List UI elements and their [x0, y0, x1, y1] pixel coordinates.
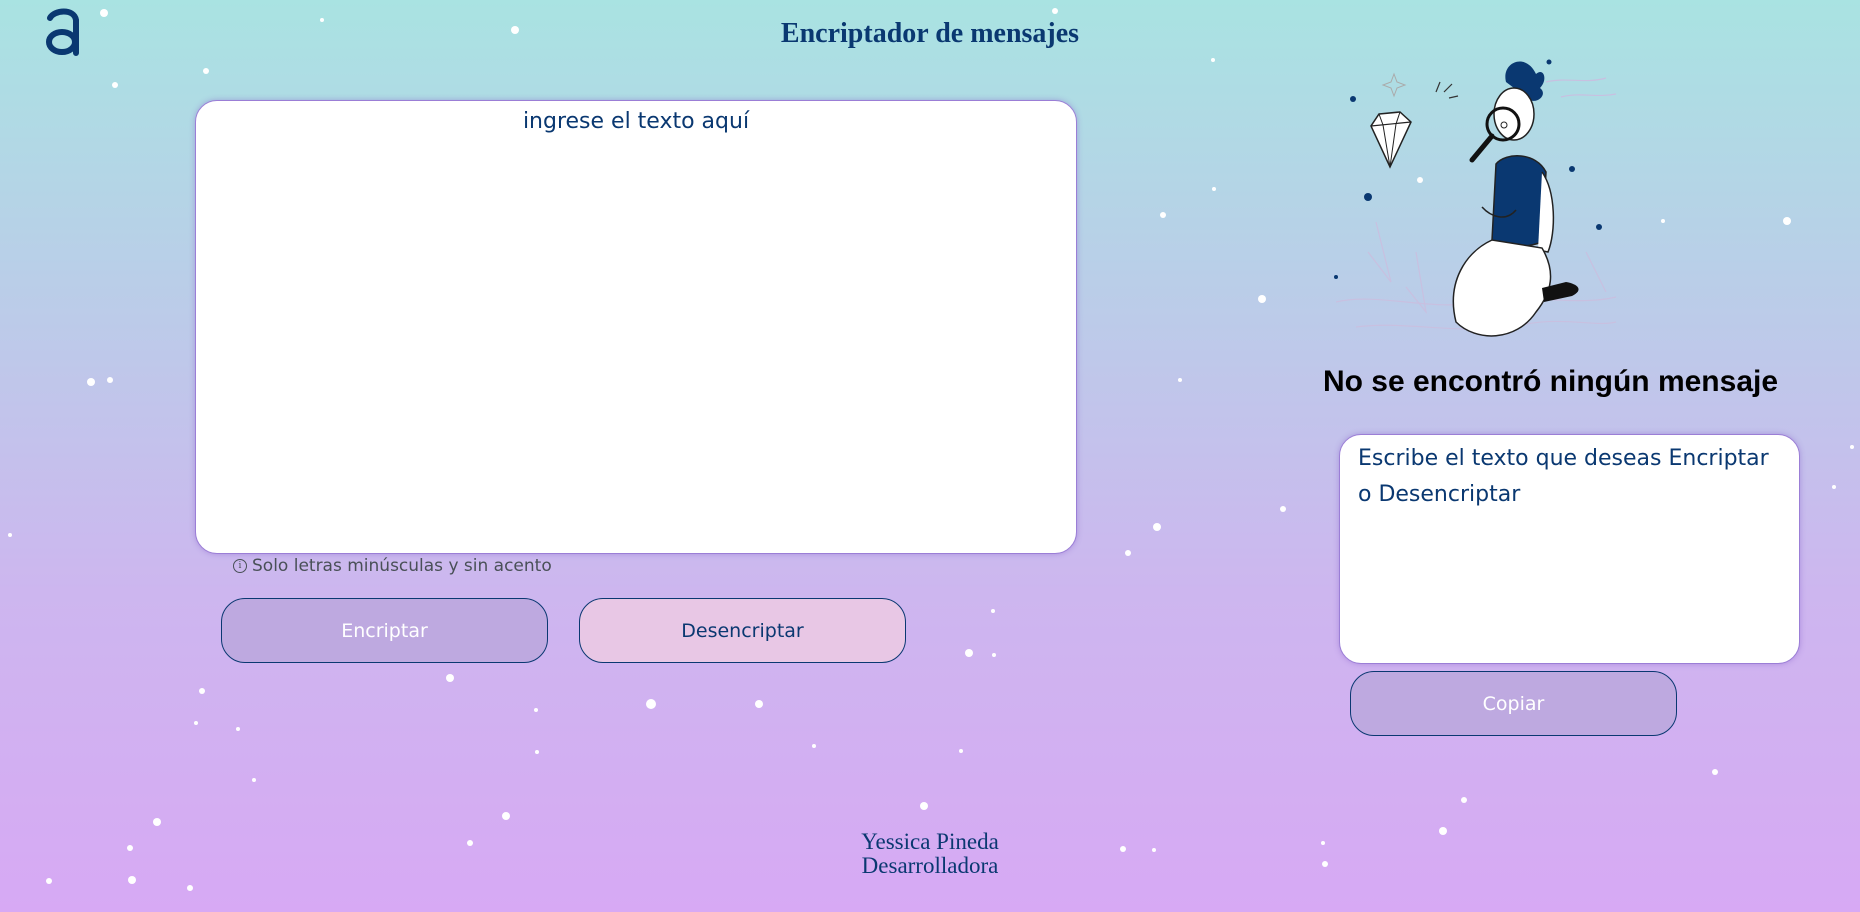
hint-text: Solo letras minúsculas y sin acento — [252, 556, 552, 576]
copy-button[interactable]: Copiar — [1350, 671, 1677, 736]
info-circle-icon: i — [233, 559, 247, 573]
page-title: Encriptador de mensajes — [780, 18, 1080, 49]
encrypt-button[interactable]: Encriptar — [221, 598, 548, 663]
decrypt-button[interactable]: Desencriptar — [579, 598, 906, 663]
footer: Yessica Pineda Desarrolladora — [0, 830, 1860, 878]
input-hint: i Solo letras minúsculas y sin acento — [233, 556, 552, 576]
author-role: Desarrolladora — [861, 853, 999, 878]
search-illustration-icon — [1334, 59, 1617, 337]
empty-state-heading: No se encontró ningún mensaje — [1322, 365, 1779, 398]
message-input-container — [195, 100, 1077, 554]
author-name: Yessica Pineda — [861, 829, 999, 854]
output-text-box[interactable]: Escribe el texto que deseas Encriptar o … — [1339, 434, 1800, 664]
message-input[interactable] — [196, 101, 1076, 553]
